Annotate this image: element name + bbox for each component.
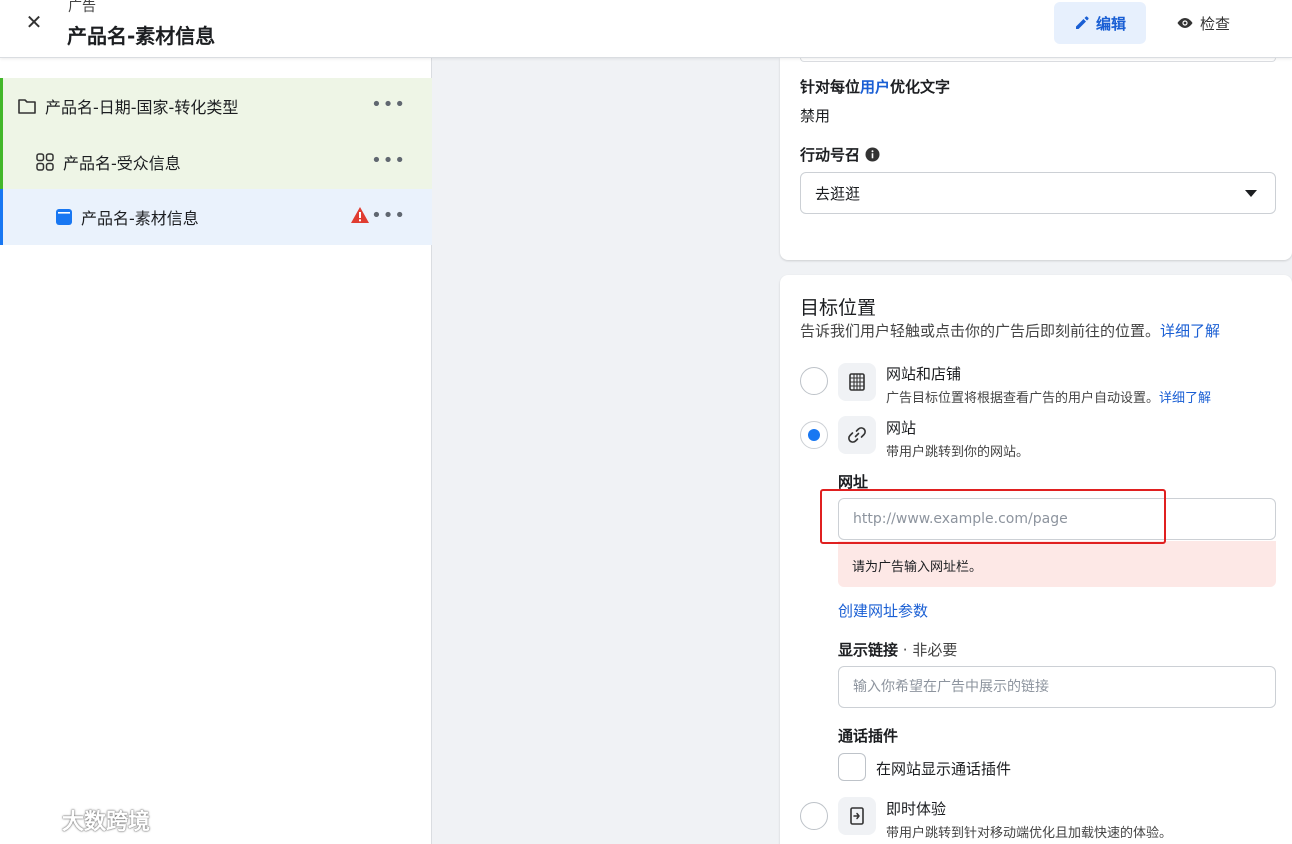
store-icon [838, 363, 876, 401]
option-website-title: 网站 [886, 419, 917, 437]
radio-website-and-shop[interactable] [800, 367, 828, 395]
text-options-card: 针对每位用户优化文字 禁用 行动号召 去逛逛 [780, 58, 1292, 260]
option-instant-experience-subtitle: 带用户跳转到针对移动端优化且加载快速的体验。 [886, 826, 1173, 841]
call-plugin-label: 通话插件 [838, 727, 899, 745]
eye-icon [1177, 18, 1193, 28]
option-website-subtitle: 带用户跳转到你的网站。 [886, 445, 1030, 460]
optimize-text-label: 针对每位用户优化文字 [800, 76, 950, 97]
folder-icon [18, 99, 36, 114]
grid-icon [36, 153, 54, 171]
sidebar-item-adset[interactable]: 产品名-受众信息 ••• [0, 134, 432, 190]
optimize-text-label-pre: 针对每位 [800, 78, 861, 96]
inspect-button[interactable]: 检查 [1160, 2, 1246, 44]
logo-icon [12, 808, 55, 833]
more-options-icon[interactable]: ••• [371, 206, 406, 226]
url-label: 网址 [838, 473, 869, 491]
pencil-icon [1075, 16, 1089, 29]
sidebar-item-label: 产品名-受众信息 [63, 154, 181, 173]
call-plugin-checkbox-label: 在网站显示通话插件 [876, 760, 1012, 778]
radio-website[interactable] [800, 421, 828, 449]
destination-card: 目标位置 告诉我们用户轻触或点击你的广告后即刻前往的位置。详细了解 网站和店铺 … [780, 275, 1292, 844]
edit-button[interactable]: 编辑 [1054, 2, 1146, 44]
optimize-text-label-link[interactable]: 用户 [860, 78, 890, 96]
instant-experience-icon [838, 797, 876, 835]
option-website-and-shop-subtitle: 广告目标位置将根据查看广告的用户自动设置。详细了解 [886, 387, 1211, 406]
optimize-text-value: 禁用 [800, 107, 831, 125]
previous-field-edge [800, 58, 1276, 62]
destination-title: 目标位置 [800, 297, 877, 319]
chevron-down-icon [1245, 190, 1257, 197]
learn-more-link[interactable]: 详细了解 [1159, 391, 1211, 406]
display-link-optional: · 非必要 [898, 641, 958, 659]
optimize-text-label-post: 优化文字 [890, 78, 951, 96]
cta-dropdown-value: 去逛逛 [815, 184, 861, 203]
warning-icon [351, 207, 369, 223]
header-kicker: 广告 [68, 0, 96, 15]
radio-instant-experience[interactable] [800, 802, 828, 830]
link-icon [838, 416, 876, 454]
close-icon[interactable]: ✕ [22, 10, 46, 34]
url-error-text: 请为广告输入网址栏。 [852, 560, 983, 575]
ad-icon [56, 209, 72, 225]
sidebar-item-label: 产品名-日期-国家-转化类型 [45, 98, 239, 117]
info-icon[interactable] [865, 147, 880, 162]
destination-description-text: 告诉我们用户轻触或点击你的广告后即刻前往的位置。 [800, 322, 1161, 340]
url-error-message: 请为广告输入网址栏。 [838, 541, 1276, 587]
sidebar-item-campaign[interactable]: 产品名-日期-国家-转化类型 ••• [0, 78, 432, 134]
edit-button-label: 编辑 [1095, 14, 1126, 33]
url-input[interactable] [838, 498, 1276, 540]
cta-label-text: 行动号召 [800, 146, 861, 164]
more-options-icon[interactable]: ••• [371, 151, 406, 171]
destination-description: 告诉我们用户轻触或点击你的广告后即刻前往的位置。详细了解 [800, 320, 1220, 341]
cta-label: 行动号召 [800, 144, 880, 165]
option-instant-experience-title: 即时体验 [886, 800, 947, 818]
option-website-and-shop-title: 网站和店铺 [886, 365, 962, 383]
inspect-button-label: 检查 [1199, 14, 1230, 33]
display-link-label: 显示链接 · 非必要 [838, 639, 957, 660]
display-link-input[interactable] [838, 666, 1276, 708]
create-url-params-link[interactable]: 创建网址参数 [838, 600, 928, 621]
more-options-icon[interactable]: ••• [371, 95, 406, 115]
sidebar-item-label: 产品名-素材信息 [81, 209, 199, 228]
ad-tree-sidebar: 产品名-日期-国家-转化类型 ••• 产品名-受众信息 ••• 产品名-素材信息… [0, 58, 432, 844]
watermark: 大数跨境 [10, 804, 150, 836]
option-website-and-shop-subtitle-text: 广告目标位置将根据查看广告的用户自动设置。 [886, 391, 1160, 406]
call-plugin-checkbox[interactable] [838, 753, 866, 781]
watermark-text: 大数跨境 [62, 810, 151, 835]
sidebar-item-ad[interactable]: 产品名-素材信息 ••• [0, 189, 432, 245]
cta-dropdown[interactable]: 去逛逛 [800, 172, 1276, 214]
page-title: 产品名-素材信息 [67, 24, 216, 48]
display-link-label-text: 显示链接 [838, 641, 899, 659]
learn-more-link[interactable]: 详细了解 [1160, 322, 1220, 340]
top-bar: ✕ 广告 产品名-素材信息 编辑 检查 [0, 0, 1292, 58]
